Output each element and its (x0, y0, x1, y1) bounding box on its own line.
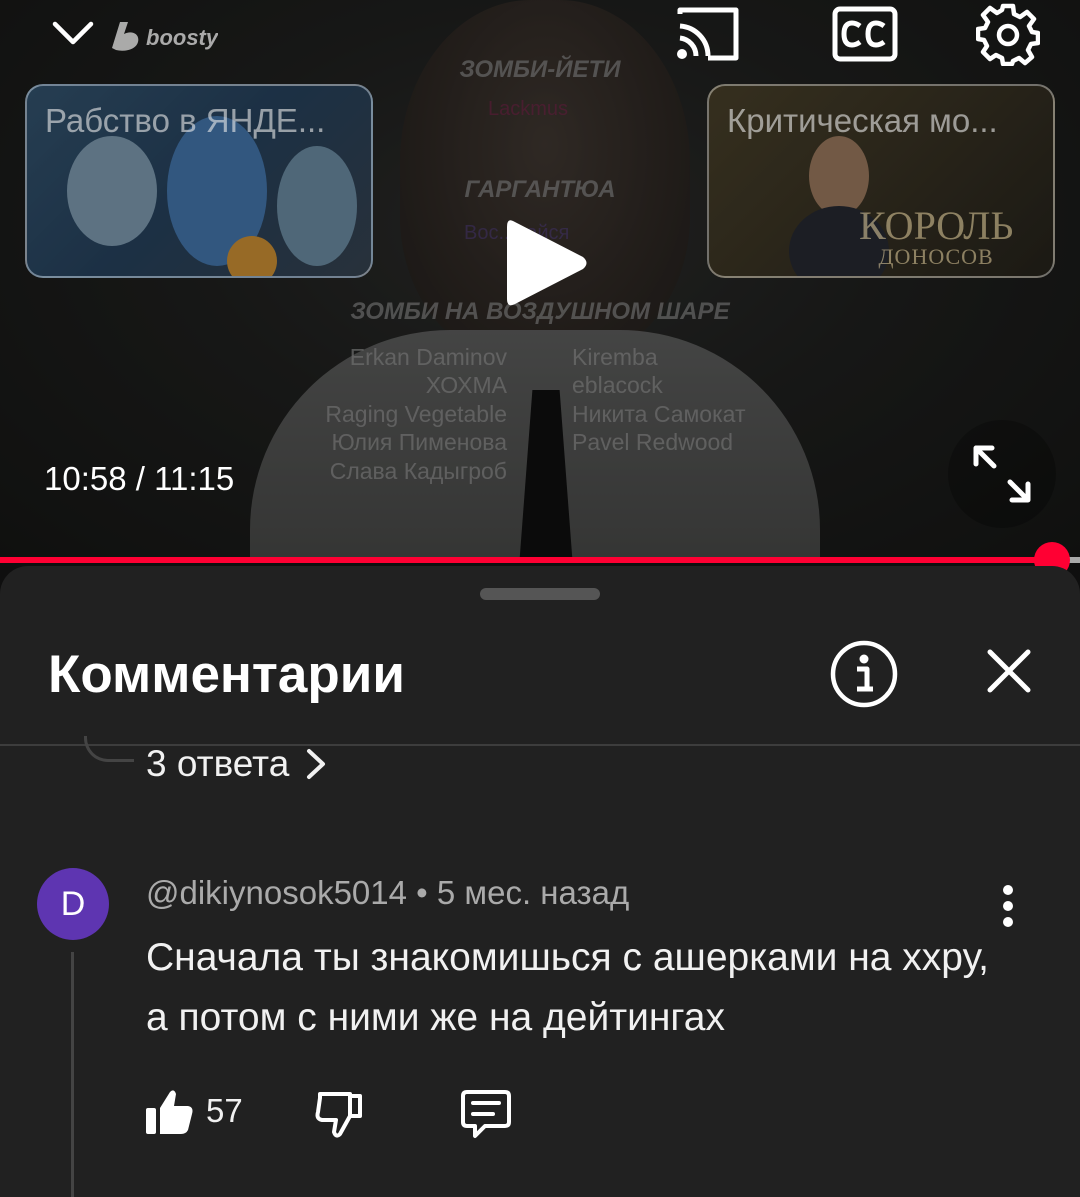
page-title: Комментарии (48, 645, 405, 704)
comment-actions: 57 (140, 1082, 540, 1142)
view-replies-label: 3 ответа (146, 743, 290, 784)
endcard-caption: КОРОЛЬ ДОНОСОВ (859, 206, 1013, 268)
chevron-right-icon (307, 749, 326, 779)
comment-author-meta[interactable]: @dikiynosok5014 • 5 мес. назад (146, 874, 629, 912)
endcard-title: Рабство в ЯНДЕ... (45, 102, 326, 139)
gear-icon[interactable] (974, 0, 1042, 68)
like-count: 57 (206, 1092, 243, 1129)
endcard-video-left[interactable]: Рабство в ЯНДЕ... (25, 84, 373, 278)
closed-captions-icon[interactable] (830, 4, 900, 64)
close-icon[interactable] (978, 640, 1040, 702)
cast-icon[interactable] (672, 4, 744, 64)
sheet-drag-handle[interactable] (480, 588, 600, 600)
endcard-title: Критическая мо... (727, 102, 998, 139)
thread-line (71, 952, 74, 1197)
info-icon[interactable] (828, 638, 900, 710)
thumbs-down-icon[interactable] (308, 1084, 368, 1144)
boosty-logo: boosty (108, 18, 220, 54)
reply-comment-icon[interactable] (456, 1084, 516, 1144)
comment-text: Сначала ты знакомишься с ашерками на ххр… (146, 936, 989, 1039)
progress-bar[interactable] (0, 542, 1080, 578)
progress-bar-fill (0, 557, 1052, 563)
comments-header: Комментарии (0, 606, 1080, 744)
view-replies-button[interactable]: 3 ответа (146, 738, 327, 790)
avatar[interactable]: D (37, 868, 109, 940)
comments-sheet: Комментарии 3 ответа D @dikiynosok5014 •… (0, 566, 1080, 1197)
video-player[interactable]: ЗОМБИ-ЙЕТИ Lackmus ГАРГАНТЮА Вос.....айс… (0, 0, 1080, 560)
boosty-logo-text: boosty (146, 25, 218, 50)
chevron-down-icon[interactable] (48, 8, 98, 58)
endcard-caption-small: ДОНОСОВ (878, 244, 994, 269)
play-icon[interactable] (495, 208, 595, 318)
playback-time: 10:58 / 11:15 (44, 460, 235, 497)
endcard-caption-big: КОРОЛЬ (859, 203, 1014, 248)
avatar-letter: D (60, 884, 86, 923)
fullscreen-icon[interactable] (948, 420, 1056, 528)
thread-connector (84, 736, 134, 762)
endcard-video-right[interactable]: Критическая мо... КОРОЛЬ ДОНОСОВ (707, 84, 1055, 278)
thumbs-up-icon[interactable] (140, 1082, 200, 1142)
more-vertical-icon[interactable] (984, 876, 1032, 936)
